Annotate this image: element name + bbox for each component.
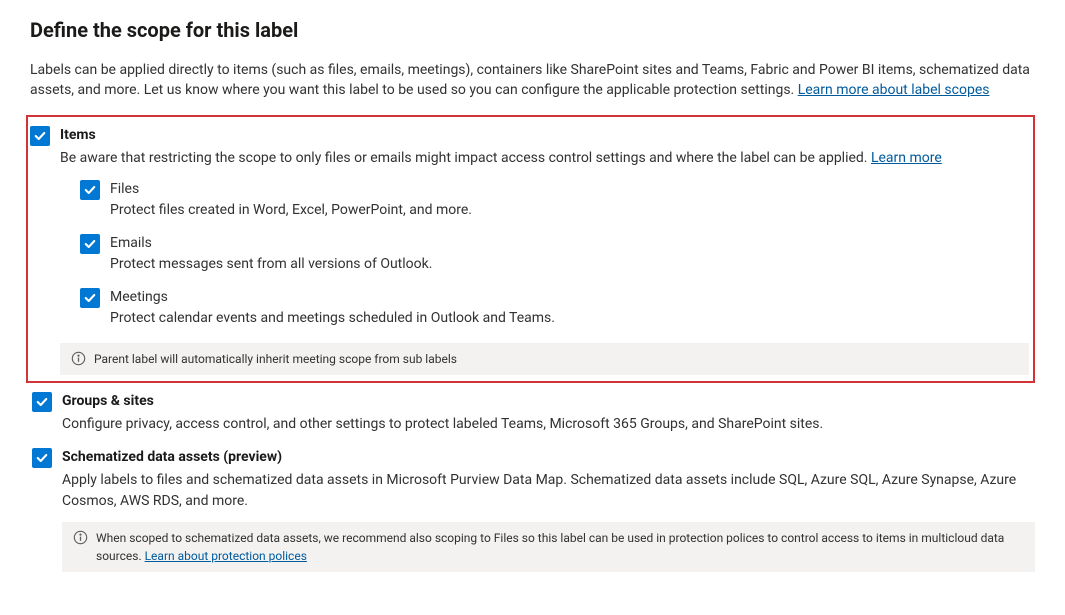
files-label: Files — [110, 179, 1029, 200]
info-icon — [70, 351, 86, 367]
emails-checkbox[interactable] — [80, 234, 100, 254]
meetings-checkbox[interactable] — [80, 288, 100, 308]
groups-scope-row: Groups & sites Configure privacy, access… — [30, 391, 1035, 445]
files-row: Files Protect files created in Word, Exc… — [78, 179, 1029, 229]
checkmark-icon — [84, 292, 96, 304]
checkmark-icon — [84, 184, 96, 196]
checkmark-icon — [34, 130, 46, 142]
info-icon — [72, 530, 88, 546]
learn-protection-polices-link[interactable]: Learn about protection polices — [145, 549, 307, 563]
schematized-desc: Apply labels to files and schematized da… — [62, 470, 1035, 512]
schematized-scope-row: Schematized data assets (preview) Apply … — [30, 447, 1035, 572]
groups-checkbox[interactable] — [32, 392, 52, 412]
schematized-checkbox[interactable] — [32, 448, 52, 468]
files-checkbox[interactable] — [80, 180, 100, 200]
meetings-desc: Protect calendar events and meetings sch… — [110, 308, 1029, 329]
items-scope-row: Items Be aware that restricting the scop… — [28, 125, 1029, 375]
schematized-info-text: When scoped to schematized data assets, … — [96, 529, 1025, 565]
items-desc-text: Be aware that restricting the scope to o… — [60, 150, 871, 166]
items-checkbox[interactable] — [30, 126, 50, 146]
items-learn-more-link[interactable]: Learn more — [871, 150, 942, 166]
schematized-info-bar: When scoped to schematized data assets, … — [62, 522, 1035, 572]
emails-row: Emails Protect messages sent from all ve… — [78, 233, 1029, 283]
files-desc: Protect files created in Word, Excel, Po… — [110, 200, 1029, 221]
meetings-row: Meetings Protect calendar events and mee… — [78, 287, 1029, 337]
emails-label: Emails — [110, 233, 1029, 254]
groups-desc: Configure privacy, access control, and o… — [62, 414, 1035, 435]
checkmark-icon — [36, 396, 48, 408]
items-highlight-box: Items Be aware that restricting the scop… — [26, 115, 1035, 383]
meetings-label: Meetings — [110, 287, 1029, 308]
emails-desc: Protect messages sent from all versions … — [110, 254, 1029, 275]
checkmark-icon — [84, 238, 96, 250]
items-sub-list: Files Protect files created in Word, Exc… — [78, 179, 1029, 337]
items-info-bar: Parent label will automatically inherit … — [60, 343, 1029, 375]
groups-label: Groups & sites — [62, 391, 1035, 412]
items-desc: Be aware that restricting the scope to o… — [60, 148, 1029, 169]
intro-text: Labels can be applied directly to items … — [30, 60, 1035, 101]
page-title: Define the scope for this label — [30, 18, 1035, 42]
schematized-label: Schematized data assets (preview) — [62, 447, 1035, 468]
items-label: Items — [60, 125, 1029, 146]
checkmark-icon — [36, 452, 48, 464]
items-info-text: Parent label will automatically inherit … — [94, 350, 457, 368]
learn-more-label-scopes-link[interactable]: Learn more about label scopes — [798, 82, 990, 98]
